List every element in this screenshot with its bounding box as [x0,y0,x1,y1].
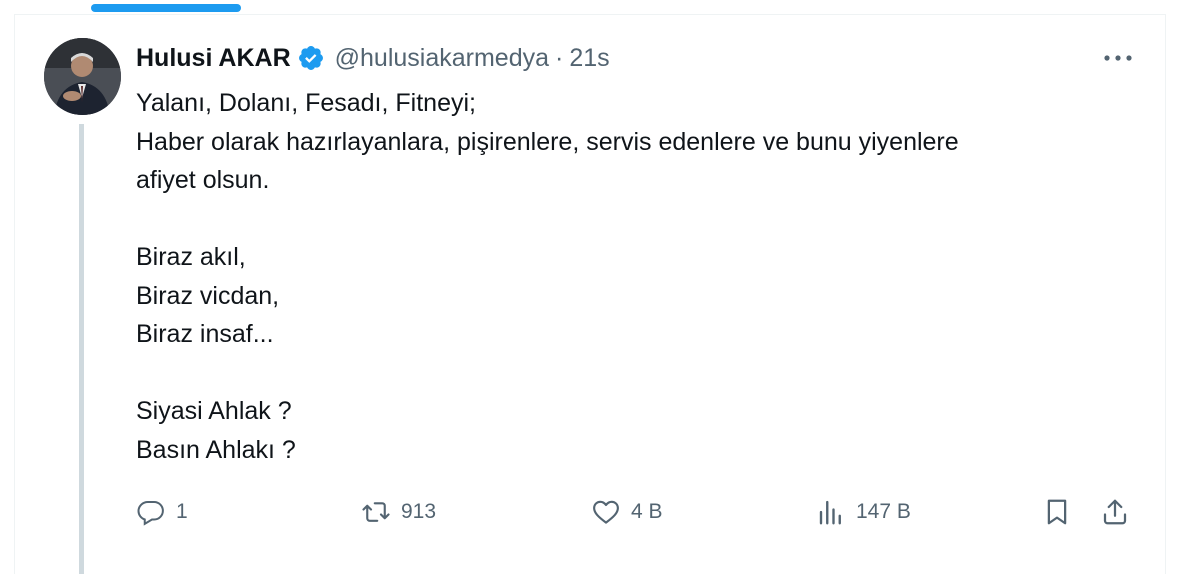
more-icon [1104,55,1132,61]
share-button[interactable] [1100,494,1130,530]
bookmark-icon [1047,499,1067,525]
thread-line [79,124,84,574]
author-name[interactable]: Hulusi AKAR [136,44,291,73]
tweet-line: Siyasi Ahlak ? [136,397,292,425]
like-count: 4 B [631,500,663,523]
separator-dot: · [555,43,564,72]
active-tab-indicator [91,4,241,12]
reply-button[interactable]: 1 [136,494,188,530]
tweet-line: afiyet olsun. [136,166,270,194]
like-button[interactable]: 4 B [591,494,663,530]
author-handle[interactable]: @hulusiakarmedya [335,44,549,73]
tweet-line [136,200,1136,239]
like-icon [593,500,619,524]
tweet-line [136,354,1136,393]
avatar[interactable] [44,38,121,115]
more-button[interactable] [1102,44,1134,72]
reply-icon [137,501,164,526]
tweet-text: Yalanı, Dolanı, Fesadı, Fitneyi; Haber o… [136,84,1136,469]
tweet-timestamp[interactable]: 21s [569,44,609,73]
views-icon [819,500,841,525]
reply-count: 1 [176,500,188,523]
avatar-image [44,38,121,115]
bookmark-button[interactable] [1042,494,1072,530]
tweet-line: Yalanı, Dolanı, Fesadı, Fitneyi; [136,89,476,117]
repost-icon [362,502,390,522]
views-count: 147 B [856,500,911,523]
tweet-line: Biraz insaf... [136,320,274,348]
tweet-line: Biraz vicdan, [136,281,280,310]
tweet-line: Basın Ahlakı ? [136,435,296,464]
repost-button[interactable]: 913 [361,494,436,530]
share-icon [1103,499,1127,525]
tweet-line: Haber olarak hazırlayanlara, pişirenlere… [136,127,959,156]
views-button[interactable]: 147 B [816,494,911,530]
repost-count: 913 [401,500,437,523]
tweet-header: Hulusi AKAR @hulusiakarmedya · 21s [136,40,610,76]
verified-badge-icon[interactable] [297,44,325,72]
tweet-actions: 1 913 4 B 147 B [136,494,1136,530]
tweet-line: Biraz akıl, [136,243,246,271]
